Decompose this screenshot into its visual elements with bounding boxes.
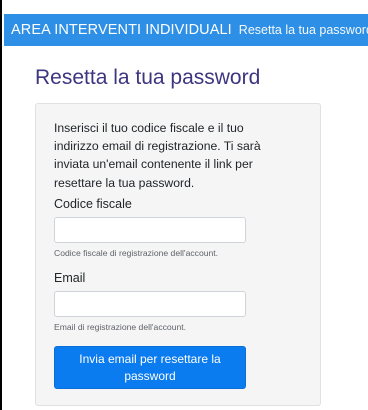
email-help: Email di registrazione dell'account. <box>54 322 187 332</box>
codice-fiscale-input[interactable] <box>54 217 246 243</box>
reset-password-card: Inserisci il tuo codice fiscale e il tuo… <box>35 103 321 406</box>
navbar-brand[interactable]: AREA INTERVENTI INDIVIDUALI <box>11 22 232 38</box>
top-navbar: AREA INTERVENTI INDIVIDUALI Resetta la t… <box>4 14 368 46</box>
codice-fiscale-label: Codice fiscale <box>54 197 132 211</box>
page-frame: AREA INTERVENTI INDIVIDUALI Resetta la t… <box>0 0 368 410</box>
navbar-link-reset-password[interactable]: Resetta la tua password <box>239 23 368 37</box>
page-title: Resetta la tua password <box>35 66 261 89</box>
email-input[interactable] <box>54 291 246 317</box>
form-intro-text: Inserisci il tuo codice fiscale e il tuo… <box>54 121 261 190</box>
send-reset-email-button[interactable]: Invia email per resettare la password <box>54 346 246 389</box>
email-label: Email <box>54 271 86 285</box>
codice-fiscale-help: Codice fiscale di registrazione dell'acc… <box>54 248 219 258</box>
